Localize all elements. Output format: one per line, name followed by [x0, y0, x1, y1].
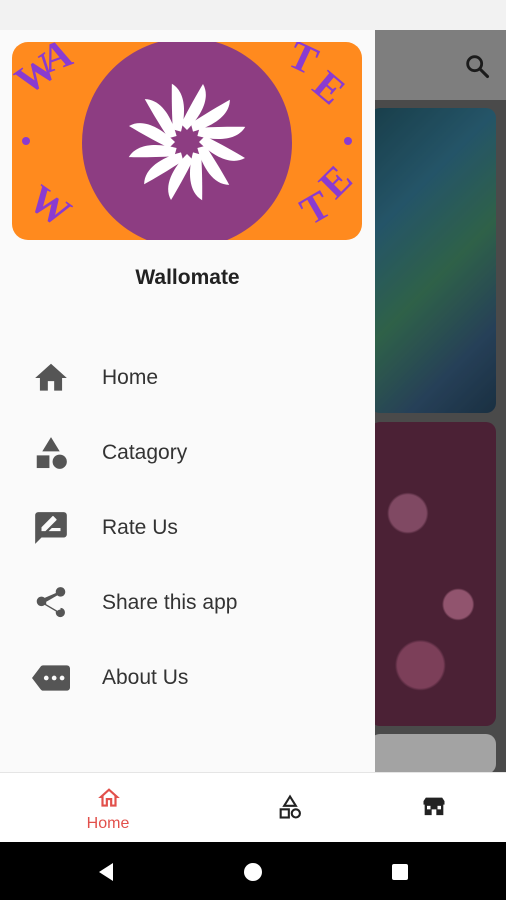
menu-item-label: About Us	[102, 665, 189, 689]
menu-item-share[interactable]: Share this app	[0, 565, 375, 640]
store-icon[interactable]	[420, 793, 448, 821]
menu-item-rate-us[interactable]: Rate Us	[0, 490, 375, 565]
home-outline-icon	[98, 788, 120, 807]
back-icon[interactable]	[97, 862, 115, 882]
status-bar	[0, 0, 506, 30]
navigation-drawer: W A T E W T E Wallomate Home Catagory Ra…	[0, 30, 375, 772]
home-icon	[35, 363, 67, 391]
home-button[interactable]	[244, 863, 262, 881]
drawer-scrim[interactable]	[375, 30, 506, 772]
menu-item-label: Share this app	[102, 590, 238, 614]
menu-item-home[interactable]: Home	[0, 340, 375, 415]
app-title: Wallomate	[135, 266, 240, 289]
nav-tab-home[interactable]: Home	[60, 773, 156, 843]
menu-item-label: Catagory	[102, 440, 188, 464]
bottom-navigation: Home	[0, 772, 506, 843]
rate-review-icon	[35, 511, 67, 544]
more-icon	[32, 664, 70, 691]
recents-button[interactable]	[392, 864, 408, 880]
logo-swirl-icon	[128, 83, 246, 201]
category-outline-icon[interactable]	[276, 793, 304, 821]
drawer-menu: Home Catagory Rate Us Share this app Abo…	[0, 340, 375, 715]
menu-item-label: Home	[102, 365, 159, 389]
share-icon	[36, 586, 66, 617]
menu-item-about-us[interactable]: About Us	[0, 640, 375, 715]
nav-home-label: Home	[86, 815, 130, 832]
menu-item-category[interactable]: Catagory	[0, 415, 375, 490]
menu-item-label: Rate Us	[102, 515, 178, 539]
category-icon	[36, 436, 67, 469]
app-logo-banner: W A T E W T E	[12, 42, 362, 240]
